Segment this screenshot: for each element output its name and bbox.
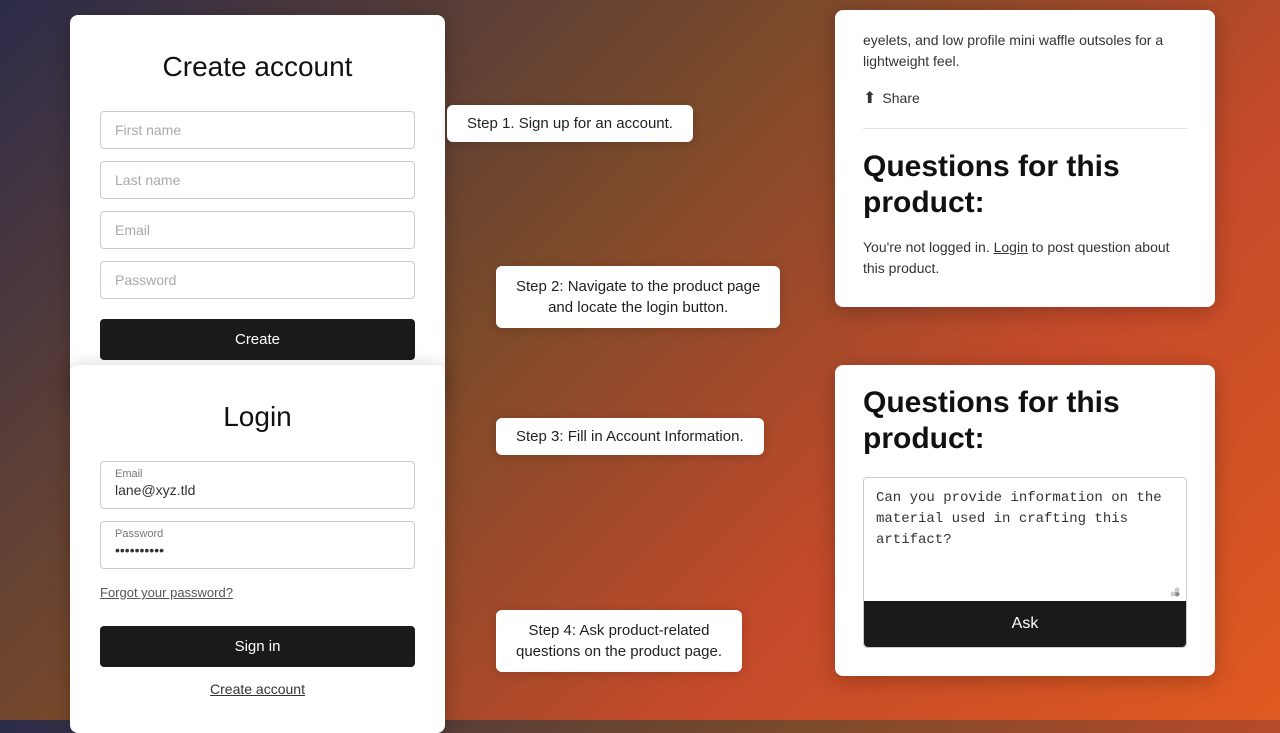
not-logged-text: You're not logged in. Login to post ques… xyxy=(863,237,1187,279)
product-questions-title-bottom: Questions for this product: xyxy=(863,385,1187,457)
share-label[interactable]: Share xyxy=(882,90,919,106)
create-account-title: Create account xyxy=(100,51,415,83)
question-container: Ask xyxy=(863,477,1187,648)
question-textarea[interactable] xyxy=(876,488,1174,572)
step-4-bubble: Step 4: Ask product-related questions on… xyxy=(496,610,742,672)
email-input[interactable] xyxy=(100,211,415,249)
login-email-input[interactable] xyxy=(115,482,400,498)
share-row: ⬆ Share xyxy=(863,88,1187,108)
last-name-input[interactable] xyxy=(100,161,415,199)
password-input[interactable] xyxy=(100,261,415,299)
login-title: Login xyxy=(100,401,415,433)
ask-button[interactable]: Ask xyxy=(864,601,1186,647)
first-name-group xyxy=(100,111,415,149)
create-account-link[interactable]: Create account xyxy=(100,681,415,697)
login-password-label: Password xyxy=(115,528,400,540)
login-email-group: Email xyxy=(100,461,415,509)
login-password-group: Password xyxy=(100,521,415,569)
forgot-password-link[interactable]: Forgot your password? xyxy=(100,585,233,600)
login-link[interactable]: Login xyxy=(994,239,1028,255)
login-email-label: Email xyxy=(115,468,400,480)
product-questions-title-top: Questions for this product: xyxy=(863,149,1187,221)
product-body-text: eyelets, and low profile mini waffle out… xyxy=(863,30,1187,72)
step-2-line1: Step 2: Navigate to the product page xyxy=(516,278,760,295)
resize-handle-icon xyxy=(1166,583,1180,597)
step-2-bubble: Step 2: Navigate to the product page and… xyxy=(496,266,780,328)
step-4-line2: questions on the product page. xyxy=(516,643,722,660)
create-account-card: Create account Create xyxy=(70,15,445,396)
step-1-bubble: Step 1. Sign up for an account. xyxy=(447,105,693,142)
divider xyxy=(863,128,1187,129)
question-textarea-wrapper xyxy=(864,478,1186,601)
step-3-bubble: Step 3: Fill in Account Information. xyxy=(496,418,764,455)
step-1-label: Step 1. Sign up for an account. xyxy=(467,115,673,132)
password-group xyxy=(100,261,415,299)
first-name-input[interactable] xyxy=(100,111,415,149)
sign-in-button[interactable]: Sign in xyxy=(100,626,415,667)
step-2-text: Step 2: Navigate to the product page and… xyxy=(516,276,760,318)
product-card-bottom: Questions for this product: Ask xyxy=(835,365,1215,676)
product-card-top: eyelets, and low profile mini waffle out… xyxy=(835,10,1215,307)
email-group xyxy=(100,211,415,249)
step-4-line1: Step 4: Ask product-related xyxy=(529,622,710,639)
step-4-text: Step 4: Ask product-related questions on… xyxy=(516,620,722,662)
login-password-input[interactable] xyxy=(115,542,400,558)
login-card: Login Email Password Forgot your passwor… xyxy=(70,365,445,733)
share-icon: ⬆ xyxy=(863,88,876,108)
last-name-group xyxy=(100,161,415,199)
create-button[interactable]: Create xyxy=(100,319,415,360)
step-2-line2: and locate the login button. xyxy=(548,299,728,316)
step-3-label: Step 3: Fill in Account Information. xyxy=(516,428,744,445)
